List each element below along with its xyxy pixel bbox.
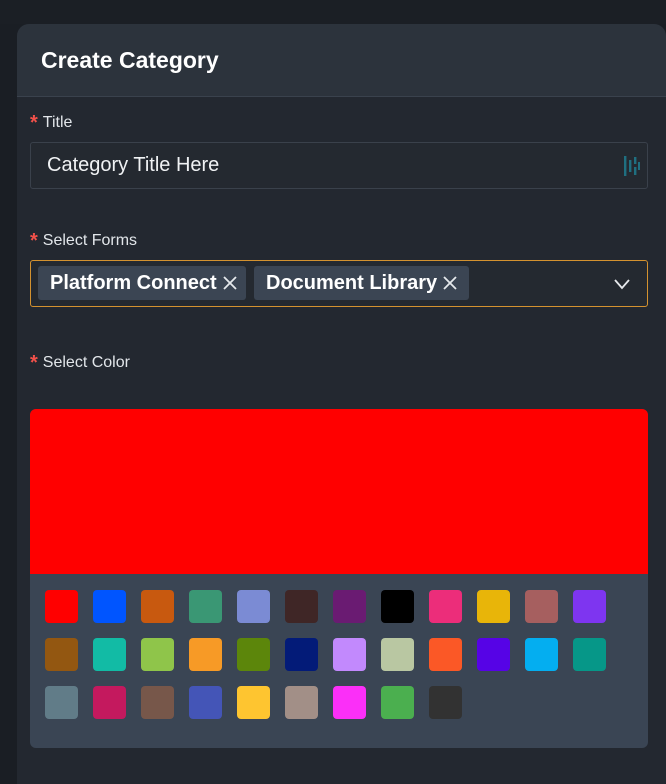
required-asterisk: * bbox=[30, 352, 38, 374]
color-swatch[interactable] bbox=[477, 590, 510, 623]
selected-form-tag: Platform Connect bbox=[38, 266, 246, 300]
color-swatch[interactable] bbox=[189, 638, 222, 671]
color-swatch[interactable] bbox=[429, 638, 462, 671]
required-asterisk: * bbox=[30, 112, 38, 134]
color-swatch[interactable] bbox=[525, 590, 558, 623]
color-swatch[interactable] bbox=[45, 686, 78, 719]
color-swatch[interactable] bbox=[93, 686, 126, 719]
color-swatch[interactable] bbox=[333, 686, 366, 719]
color-swatch[interactable] bbox=[429, 686, 462, 719]
color-swatch[interactable] bbox=[285, 590, 318, 623]
color-swatch[interactable] bbox=[141, 638, 174, 671]
color-swatch[interactable] bbox=[93, 590, 126, 623]
required-asterisk: * bbox=[30, 230, 38, 252]
tag-label: Platform Connect bbox=[50, 271, 217, 294]
title-label: * Title bbox=[30, 113, 72, 133]
top-strip bbox=[0, 0, 666, 24]
color-swatch[interactable] bbox=[189, 686, 222, 719]
grammar-assistant-icon[interactable] bbox=[624, 155, 640, 177]
color-swatch[interactable] bbox=[573, 590, 606, 623]
color-swatch[interactable] bbox=[237, 686, 270, 719]
title-label-text: Title bbox=[42, 114, 73, 131]
color-swatch[interactable] bbox=[141, 686, 174, 719]
selected-form-tag: Document Library bbox=[254, 266, 469, 300]
title-input[interactable]: Category Title Here bbox=[30, 142, 648, 189]
remove-tag-icon[interactable] bbox=[223, 276, 237, 290]
color-picker-panel bbox=[30, 409, 648, 748]
chevron-down-icon[interactable] bbox=[614, 276, 630, 292]
color-swatch[interactable] bbox=[189, 590, 222, 623]
forms-multiselect[interactable]: Platform Connect Document Library bbox=[30, 260, 648, 307]
color-swatch[interactable] bbox=[381, 686, 414, 719]
color-swatch[interactable] bbox=[237, 638, 270, 671]
color-swatch[interactable] bbox=[333, 638, 366, 671]
create-category-modal: Create Category * Title Category Title H… bbox=[17, 24, 666, 784]
color-swatch[interactable] bbox=[45, 590, 78, 623]
color-swatch[interactable] bbox=[93, 638, 126, 671]
selected-color-preview bbox=[30, 409, 648, 574]
modal-title: Create Category bbox=[41, 46, 219, 73]
color-swatch[interactable] bbox=[525, 638, 558, 671]
remove-tag-icon[interactable] bbox=[443, 276, 457, 290]
forms-label: * Select Forms bbox=[30, 231, 137, 251]
color-swatch[interactable] bbox=[381, 590, 414, 623]
color-swatch[interactable] bbox=[573, 638, 606, 671]
color-swatch[interactable] bbox=[477, 638, 510, 671]
modal-header: Create Category bbox=[17, 24, 666, 97]
color-swatch[interactable] bbox=[429, 590, 462, 623]
color-swatch[interactable] bbox=[45, 638, 78, 671]
color-swatch[interactable] bbox=[333, 590, 366, 623]
color-swatch[interactable] bbox=[285, 686, 318, 719]
color-label-text: Select Color bbox=[42, 354, 130, 371]
color-swatch[interactable] bbox=[285, 638, 318, 671]
forms-label-text: Select Forms bbox=[42, 232, 138, 249]
color-swatch[interactable] bbox=[381, 638, 414, 671]
color-label: * Select Color bbox=[30, 353, 130, 373]
color-swatch[interactable] bbox=[237, 590, 270, 623]
tag-label: Document Library bbox=[266, 271, 438, 294]
color-swatch[interactable] bbox=[141, 590, 174, 623]
title-input-value: Category Title Here bbox=[47, 154, 220, 176]
